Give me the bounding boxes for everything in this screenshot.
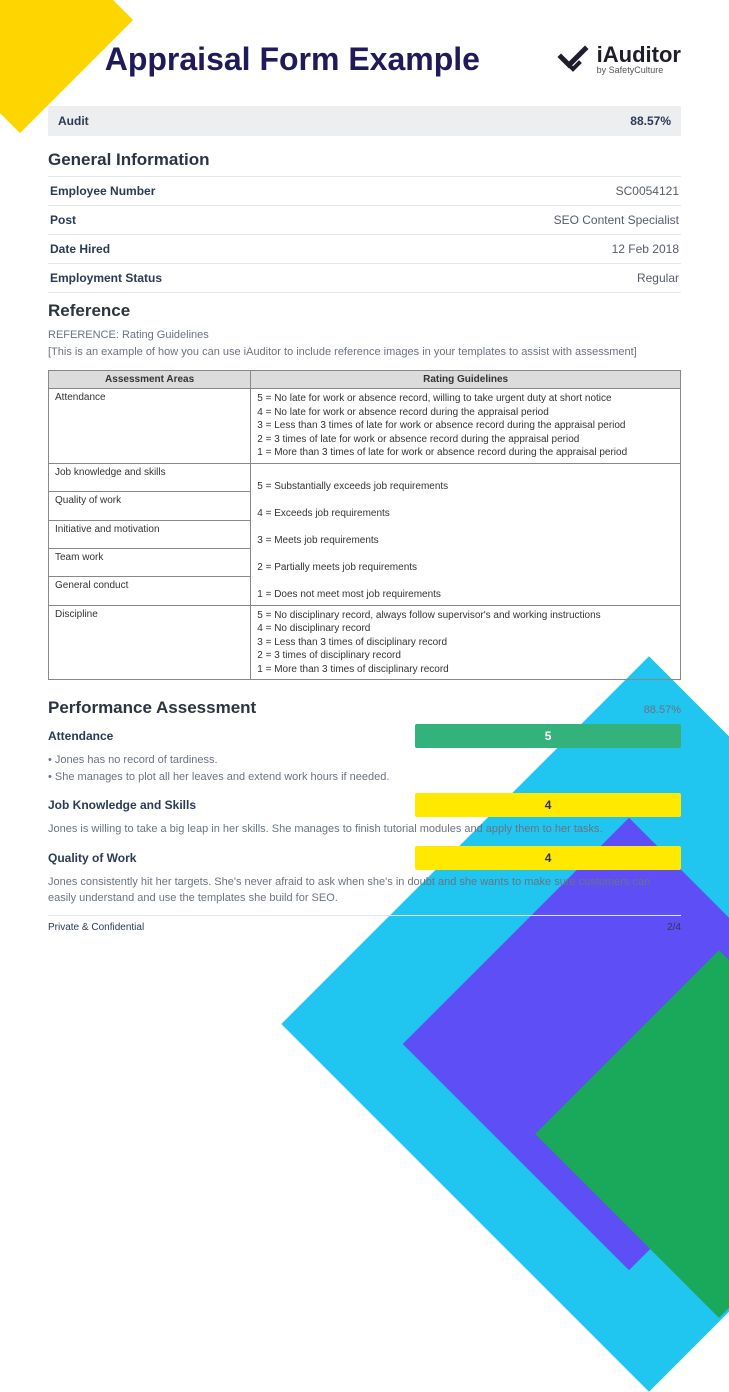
kv-label: Post [50, 213, 76, 227]
kv-row: Date Hired 12 Feb 2018 [48, 234, 681, 263]
kv-value: 12 Feb 2018 [612, 242, 679, 256]
audit-bar: Audit 88.57% [48, 106, 681, 136]
section-performance-title: Performance Assessment [48, 698, 256, 718]
kv-value: SEO Content Specialist [554, 213, 679, 227]
kv-label: Employment Status [50, 271, 162, 285]
kv-value: SC0054121 [616, 184, 679, 198]
audit-percent: 88.57% [630, 114, 671, 128]
assess-label: Attendance [48, 729, 415, 743]
assessment-row: Quality of Work 4 [48, 846, 681, 870]
logo-icon [557, 43, 589, 75]
general-info-block: Employee Number SC0054121 Post SEO Conte… [48, 176, 681, 293]
ref-guide: 5 = No late for work or absence record, … [251, 389, 681, 464]
assess-note: Jones has no record of tardiness. [48, 752, 681, 769]
assess-notes: Jones consistently hit her targets. She'… [48, 874, 681, 907]
score-pill: 4 [415, 846, 681, 870]
ref-caption-line1: REFERENCE: Rating Guidelines [48, 327, 681, 344]
performance-percent: 88.57% [644, 704, 681, 716]
ref-area: Initiative and motivation [49, 520, 251, 548]
page-title: Appraisal Form Example [48, 40, 537, 78]
ref-area: Job knowledge and skills [49, 463, 251, 491]
kv-row: Employee Number SC0054121 [48, 176, 681, 205]
page-footer: Private & Confidential 2/4 [48, 915, 681, 933]
score-pill: 5 [415, 724, 681, 748]
kv-label: Date Hired [50, 242, 110, 256]
ref-th-area: Assessment Areas [49, 371, 251, 389]
logo-main: iAuditor [597, 44, 681, 66]
footer-right: 2/4 [667, 922, 681, 933]
ref-area: Attendance [49, 389, 251, 464]
section-reference-title: Reference [48, 301, 681, 321]
kv-label: Employee Number [50, 184, 155, 198]
ref-area: Discipline [49, 605, 251, 680]
section-general-title: General Information [48, 150, 681, 170]
assess-label: Quality of Work [48, 851, 415, 865]
table-row: Discipline 5 = No disciplinary record, a… [49, 605, 681, 680]
ref-area: General conduct [49, 577, 251, 605]
assess-label: Job Knowledge and Skills [48, 798, 415, 812]
ref-area: Team work [49, 549, 251, 577]
kv-row: Employment Status Regular [48, 263, 681, 293]
reference-caption: REFERENCE: Rating Guidelines [This is an… [48, 327, 681, 360]
assessment-row: Job Knowledge and Skills 4 [48, 793, 681, 817]
page-header: Appraisal Form Example iAuditor by Safet… [48, 40, 681, 78]
ref-th-guide: Rating Guidelines [251, 371, 681, 389]
performance-header: Performance Assessment 88.57% [48, 698, 681, 718]
kv-value: Regular [637, 271, 679, 285]
kv-row: Post SEO Content Specialist [48, 205, 681, 234]
assess-notes: Jones is willing to take a big leap in h… [48, 821, 681, 838]
ref-guide: 5 = No disciplinary record, always follo… [251, 605, 681, 680]
assess-note: She manages to plot all her leaves and e… [48, 769, 681, 786]
assessment-row: Attendance 5 [48, 724, 681, 748]
audit-label: Audit [58, 114, 89, 128]
ref-guide-merged: 5 = Substantially exceeds job requiremen… [251, 463, 681, 605]
logo: iAuditor by SafetyCulture [557, 43, 681, 75]
reference-table: Assessment Areas Rating Guidelines Atten… [48, 370, 681, 680]
logo-text: iAuditor by SafetyCulture [597, 44, 681, 75]
score-pill: 4 [415, 793, 681, 817]
page-content: Appraisal Form Example iAuditor by Safet… [0, 0, 729, 953]
ref-caption-line2: [This is an example of how you can use i… [48, 344, 681, 361]
ref-area: Quality of work [49, 492, 251, 520]
table-row: Job knowledge and skills 5 = Substantial… [49, 463, 681, 491]
assess-notes: Jones has no record of tardiness. She ma… [48, 752, 681, 785]
table-row: Attendance 5 = No late for work or absen… [49, 389, 681, 464]
footer-left: Private & Confidential [48, 922, 144, 933]
logo-sub: by SafetyCulture [597, 66, 681, 75]
